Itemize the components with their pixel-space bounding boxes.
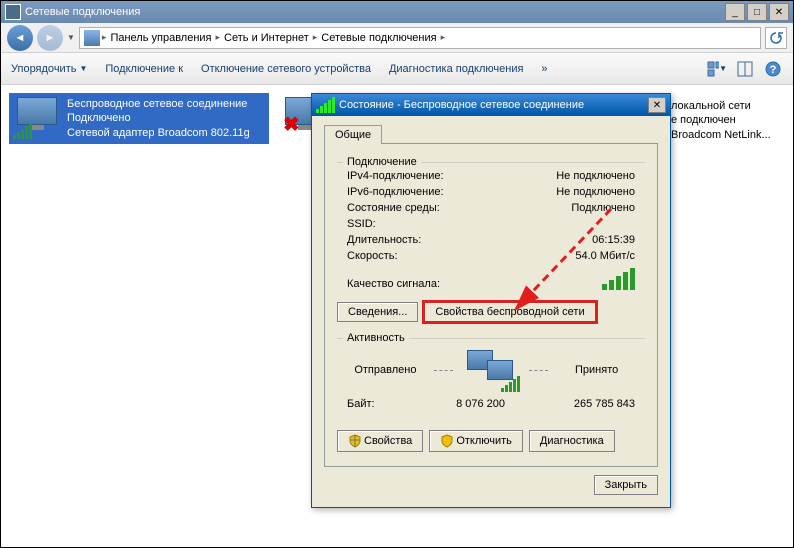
chevron-right-icon: ▸ <box>102 32 107 43</box>
diagnose-button[interactable]: Диагностика <box>529 430 615 452</box>
breadcrumb-item[interactable]: Панель управления <box>108 32 213 44</box>
duration-value: 06:15:39 <box>592 234 635 246</box>
status-dialog: Состояние - Беспроводное сетевое соедине… <box>311 93 671 508</box>
connection-item-wireless[interactable]: Беспроводное сетевое соединение Подключе… <box>9 93 269 144</box>
connection-name: Беспроводное сетевое соединение <box>67 97 250 111</box>
dialog-titlebar: Состояние - Беспроводное сетевое соедине… <box>312 94 670 116</box>
wireless-properties-button[interactable]: Свойства беспроводной сети <box>424 302 595 322</box>
chevron-right-icon: ▸ <box>313 32 318 43</box>
more-commands-button[interactable]: » <box>541 63 547 75</box>
close-button[interactable]: ✕ <box>769 3 789 21</box>
maximize-button[interactable]: □ <box>747 3 767 21</box>
preview-pane-icon[interactable] <box>735 59 755 79</box>
group-connection-label: Подключение <box>343 156 421 168</box>
activity-line <box>529 370 549 371</box>
minimize-button[interactable]: _ <box>725 3 745 21</box>
connection-item-lan[interactable]: локальной сети е подключен Broadcom NetL… <box>671 99 789 142</box>
properties-button[interactable]: Свойства <box>337 430 423 452</box>
forward-button[interactable]: ► <box>37 25 63 51</box>
breadcrumb-item[interactable]: Сетевые подключения <box>319 32 438 44</box>
svg-text:?: ? <box>770 64 777 76</box>
disable-button[interactable]: Отключить <box>429 430 523 452</box>
window-icon <box>5 4 21 20</box>
view-options-icon[interactable]: ▼ <box>707 59 727 79</box>
wireless-connection-icon <box>13 97 61 139</box>
activity-icon <box>463 350 518 390</box>
connection-status: Подключено <box>67 111 250 125</box>
close-dialog-button[interactable]: Закрыть <box>594 475 658 495</box>
dialog-close-button[interactable]: ✕ <box>648 97 666 113</box>
connection-adapter: Сетевой адаптер Broadcom 802.11g <box>67 126 250 140</box>
activity-line <box>434 370 454 371</box>
signal-quality-label: Качество сигнала: <box>347 278 440 290</box>
history-dropdown-icon[interactable]: ▼ <box>67 33 75 42</box>
bytes-recv-value: 265 785 843 <box>505 398 635 410</box>
breadcrumb[interactable]: ▸ Панель управления ▸ Сеть и Интернет ▸ … <box>79 27 761 49</box>
group-activity-label: Активность <box>343 332 409 344</box>
breadcrumb-item[interactable]: Сеть и Интернет <box>222 32 311 44</box>
nav-bar: ◄ ► ▼ ▸ Панель управления ▸ Сеть и Интер… <box>1 23 793 53</box>
location-icon <box>84 30 100 46</box>
connect-to-button[interactable]: Подключение к <box>105 63 183 75</box>
ipv4-value: Не подключено <box>556 170 635 182</box>
duration-label: Длительность: <box>347 234 592 246</box>
details-button[interactable]: Сведения... <box>337 302 418 322</box>
bytes-sent-value: 8 076 200 <box>415 398 505 410</box>
speed-label: Скорость: <box>347 250 575 262</box>
sent-label: Отправлено <box>347 364 424 376</box>
organize-menu[interactable]: Упорядочить▼ <box>11 63 87 75</box>
ipv6-value: Не подключено <box>556 186 635 198</box>
ipv4-label: IPv4-подключение: <box>347 170 556 182</box>
bytes-label: Байт: <box>347 398 415 410</box>
shield-icon <box>348 434 362 448</box>
signal-icon <box>316 97 335 113</box>
diagnose-button[interactable]: Диагностика подключения <box>389 63 523 75</box>
media-label: Состояние среды: <box>347 202 571 214</box>
received-label: Принято <box>558 364 635 376</box>
window-title: Сетевые подключения <box>25 6 725 18</box>
tab-general[interactable]: Общие <box>324 125 382 144</box>
chevron-right-icon: ▸ <box>216 32 221 43</box>
ssid-label: SSID: <box>347 218 635 230</box>
disable-device-button[interactable]: Отключение сетевого устройства <box>201 63 371 75</box>
shield-icon <box>440 434 454 448</box>
media-value: Подключено <box>571 202 635 214</box>
window-titlebar: Сетевые подключения _ □ ✕ <box>1 1 793 23</box>
ipv6-label: IPv6-подключение: <box>347 186 556 198</box>
back-button[interactable]: ◄ <box>7 25 33 51</box>
signal-strength-icon <box>602 268 635 290</box>
help-icon[interactable]: ? <box>763 59 783 79</box>
speed-value: 54.0 Мбит/с <box>575 250 635 262</box>
dialog-title: Состояние - Беспроводное сетевое соедине… <box>339 99 648 111</box>
toolbar: Упорядочить▼ Подключение к Отключение се… <box>1 53 793 85</box>
refresh-button[interactable] <box>765 27 787 49</box>
chevron-right-icon: ▸ <box>441 32 446 43</box>
